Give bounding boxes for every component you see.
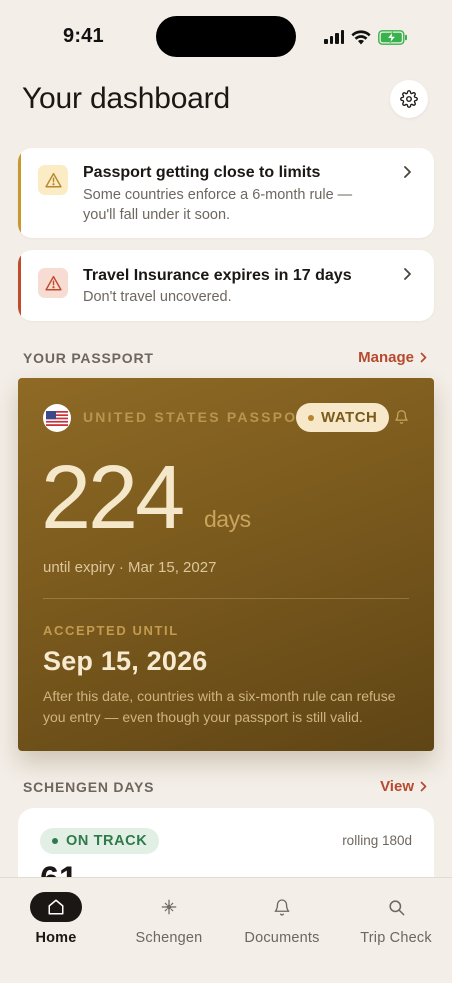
days-count: 224 [41,448,185,548]
alert-icon-badge [38,165,68,195]
alert-body: Don't travel uncovered. [83,289,232,305]
accepted-note: After this date, countries with a six-mo… [43,688,396,725]
compass-star-icon [160,892,178,922]
days-unit: days [204,506,251,532]
bell-icon[interactable] [394,409,409,425]
alert-title: Travel Insurance expires in 17 days [83,267,352,284]
search-icon [387,892,406,922]
tab-label: Schengen [135,930,203,946]
tab-label: Documents [244,930,320,946]
page-title: Your dashboard [22,82,230,115]
gear-icon [400,90,418,108]
alert-passport-limits[interactable]: Passport getting close to limits Some co… [18,148,434,238]
status-badge: WATCH [296,403,390,432]
alert-insurance-expiry[interactable]: Travel Insurance expires in 17 days Don'… [18,250,434,321]
tab-bar: Home Schengen Documents Trip Check [0,877,452,983]
alert-icon-badge [38,268,68,298]
chevron-right-icon [404,268,411,280]
section-label: SCHENGEN DAYS [23,779,155,795]
warning-triangle-icon [44,275,62,291]
alert-title: Passport getting close to limits [83,164,321,181]
tab-label: Home [35,930,77,946]
settings-button[interactable] [390,80,428,118]
passport-card[interactable]: UNITED STATES PASSPORT WATCH 224 days un… [18,378,434,751]
battery-charging-icon [378,29,407,45]
alert-body: Some countries enforce a 6-month rule — … [83,187,353,223]
view-link-label: View [380,778,414,795]
tab-trip-check[interactable]: Trip Check [341,892,451,952]
view-link[interactable]: View [380,778,427,795]
status-dot [308,414,314,421]
chevron-right-icon [420,781,427,792]
warning-triangle-icon [44,172,62,188]
bell-icon [273,892,291,922]
tab-label: Trip Check [360,930,432,946]
chevron-right-icon [420,352,427,363]
header: Your dashboard [22,76,430,124]
home-icon [30,892,82,922]
tab-documents[interactable]: Documents [227,892,337,952]
on-track-badge: ON TRACK [40,828,160,854]
wifi-icon [351,29,371,44]
status-time: 9:41 [63,25,104,47]
dynamic-island [156,16,296,57]
tab-home[interactable]: Home [1,892,111,952]
section-label: YOUR PASSPORT [23,350,154,366]
expiry-text: until expiry · Mar 15, 2027 [43,559,217,576]
manage-link-label: Manage [358,349,414,366]
passport-section-header: YOUR PASSPORT Manage [23,348,427,368]
schengen-section-header: SCHENGEN DAYS View [23,777,427,797]
manage-link[interactable]: Manage [358,349,427,366]
signal-icon [324,30,344,44]
status-dot [52,838,58,844]
alert-accent [18,250,21,321]
status-badge-label: WATCH [321,409,378,426]
status-icons [324,28,408,46]
accepted-until-date: Sep 15, 2026 [43,646,208,676]
us-flag-icon [43,404,71,432]
rolling-window: rolling 180d [342,833,412,848]
on-track-label: ON TRACK [66,833,148,849]
status-bar: 9:41 [0,0,452,72]
chevron-right-icon [404,166,411,178]
divider [43,598,409,599]
accepted-until-label: ACCEPTED UNTIL [43,623,179,638]
passport-name: UNITED STATES PASSPORT [83,409,321,425]
alert-accent [18,148,21,238]
tab-schengen[interactable]: Schengen [114,892,224,952]
